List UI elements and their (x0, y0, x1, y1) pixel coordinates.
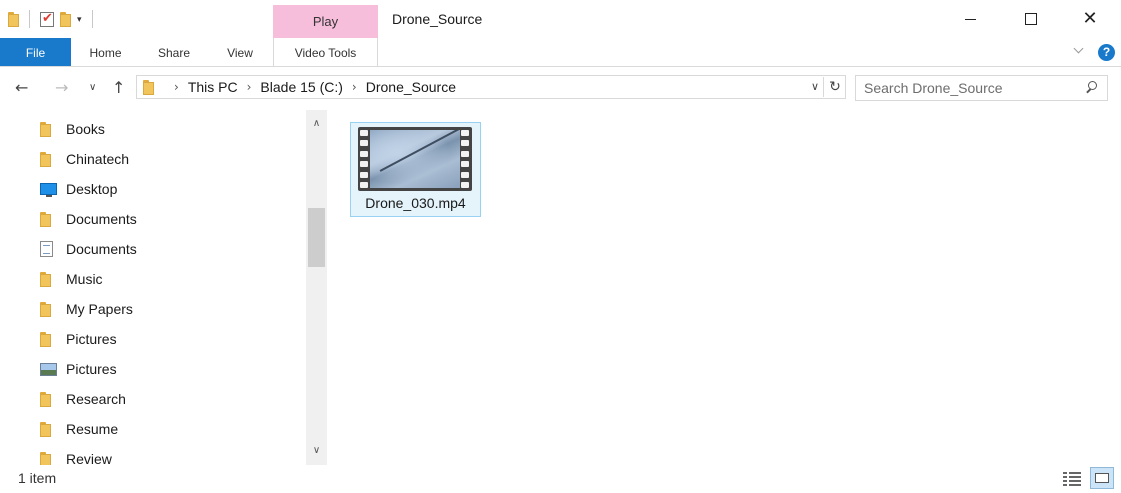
nav-item-label: My Papers (66, 301, 133, 317)
minimize-button[interactable] (947, 0, 993, 38)
nav-item-documents-library[interactable]: Documents (40, 234, 137, 264)
folder-icon (143, 80, 154, 95)
address-dropdown-button[interactable]: ∨ (806, 77, 824, 97)
properties-icon[interactable] (40, 10, 54, 27)
large-icons-view-icon[interactable] (1090, 467, 1114, 489)
scroll-down-icon[interactable]: ∨ (306, 441, 327, 461)
folder-icon (40, 451, 51, 465)
nav-item-label: Pictures (66, 361, 117, 377)
search-input[interactable] (864, 78, 1074, 98)
nav-item-label: Research (66, 391, 126, 407)
minimize-icon (964, 18, 976, 20)
nav-item-music[interactable]: Music (40, 264, 103, 294)
film-strip-holes (360, 130, 369, 188)
up-button[interactable]: ↑ (112, 78, 125, 98)
breadcrumb-separator[interactable]: › (174, 80, 179, 94)
documents-library-icon (40, 241, 53, 257)
nav-item-label: Chinatech (66, 151, 130, 167)
context-tab-header-play: Play (273, 5, 378, 38)
file-name: Drone_030.mp4 (365, 195, 466, 211)
status-bar: 1 item (0, 465, 1121, 493)
nav-item-label: Music (66, 271, 103, 287)
close-icon: ✕ (1082, 8, 1098, 29)
file-item[interactable]: Drone_030.mp4 (350, 122, 481, 217)
nav-item-pictures-library[interactable]: Pictures (40, 354, 117, 384)
nav-item-resume[interactable]: Resume (40, 414, 118, 444)
expand-ribbon-icon[interactable] (1073, 45, 1085, 57)
toolbar-separator (29, 10, 30, 28)
navigation-pane: Books Chinatech Desktop Documents Docume… (0, 110, 328, 465)
folder-icon (40, 421, 51, 437)
refresh-button[interactable]: ↻ (823, 77, 846, 97)
new-folder-icon[interactable] (60, 11, 71, 27)
search-box[interactable] (855, 75, 1108, 101)
nav-item-books[interactable]: Books (40, 114, 105, 144)
file-list[interactable]: Drone_030.mp4 (330, 110, 1121, 465)
nav-item-review[interactable]: Review (40, 444, 112, 465)
window-title: Drone_Source (392, 11, 483, 27)
search-icon[interactable] (1084, 81, 1098, 95)
tab-view[interactable]: View (218, 38, 262, 66)
video-frame-preview (370, 130, 460, 188)
item-count: 1 item (18, 470, 57, 486)
address-bar[interactable]: › This PC › Blade 15 (C:) › Drone_Source… (136, 75, 846, 99)
nav-item-label: Documents (66, 211, 137, 227)
quick-access-toolbar: ▾ (8, 8, 97, 30)
nav-item-documents[interactable]: Documents (40, 204, 137, 234)
forward-button[interactable]: → (55, 78, 68, 98)
nav-item-pictures[interactable]: Pictures (40, 324, 117, 354)
navigation-bar: ← → ∨ ↑ › This PC › Blade 15 (C:) › Dron… (0, 67, 1121, 109)
recent-locations-button[interactable]: ∨ (89, 78, 96, 98)
film-strip-holes (461, 130, 470, 188)
folder-icon (40, 391, 51, 407)
tab-video-tools[interactable]: Video Tools (273, 38, 378, 66)
nav-item-chinatech[interactable]: Chinatech (40, 144, 129, 174)
scroll-up-icon[interactable]: ∧ (306, 114, 327, 134)
nav-item-label: Books (66, 121, 105, 137)
nav-item-label: Review (66, 451, 112, 465)
nav-item-research[interactable]: Research (40, 384, 126, 414)
tab-file[interactable]: File (0, 38, 71, 66)
breadcrumb-this-pc[interactable]: This PC (188, 79, 238, 95)
title-bar: ▾ Play Drone_Source ✕ (0, 0, 1121, 38)
details-view-icon[interactable] (1063, 471, 1081, 486)
breadcrumb-drive[interactable]: Blade 15 (C:) (260, 79, 342, 95)
nav-item-desktop[interactable]: Desktop (40, 174, 117, 204)
breadcrumb-separator[interactable]: › (247, 80, 252, 94)
nav-item-label: Desktop (66, 181, 118, 197)
help-icon[interactable]: ? (1098, 44, 1115, 61)
folder-icon (40, 151, 51, 167)
video-thumbnail (358, 127, 472, 191)
folder-icon (40, 331, 51, 347)
nav-pane-scrollbar[interactable]: ∧ ∨ (306, 110, 327, 465)
nav-item-label: Pictures (66, 331, 117, 347)
folder-icon (40, 301, 51, 317)
breadcrumb-separator[interactable]: › (352, 80, 357, 94)
nav-item-label: Resume (66, 421, 119, 437)
toolbar-separator (91, 10, 93, 28)
maximize-icon (1025, 13, 1037, 25)
folder-icon (40, 121, 51, 137)
scroll-thumb[interactable] (308, 208, 325, 267)
ribbon: File Home Share View Video Tools ? (0, 38, 1121, 67)
desktop-icon (40, 183, 57, 197)
back-button[interactable]: ← (15, 78, 28, 98)
folder-icon[interactable] (8, 11, 19, 27)
nav-item-label: Documents (66, 241, 137, 257)
folder-icon (40, 271, 51, 287)
pictures-library-icon (40, 362, 57, 376)
breadcrumb: › This PC › Blade 15 (C:) › Drone_Source (165, 76, 456, 98)
maximize-button[interactable] (1008, 0, 1054, 38)
folder-icon (40, 211, 51, 227)
breadcrumb-drone-source[interactable]: Drone_Source (366, 79, 456, 95)
tab-share[interactable]: Share (150, 38, 198, 66)
customize-dropdown-icon[interactable]: ▾ (77, 14, 82, 25)
close-button[interactable]: ✕ (1067, 0, 1113, 38)
tab-home[interactable]: Home (78, 38, 133, 66)
nav-item-my-papers[interactable]: My Papers (40, 294, 133, 324)
